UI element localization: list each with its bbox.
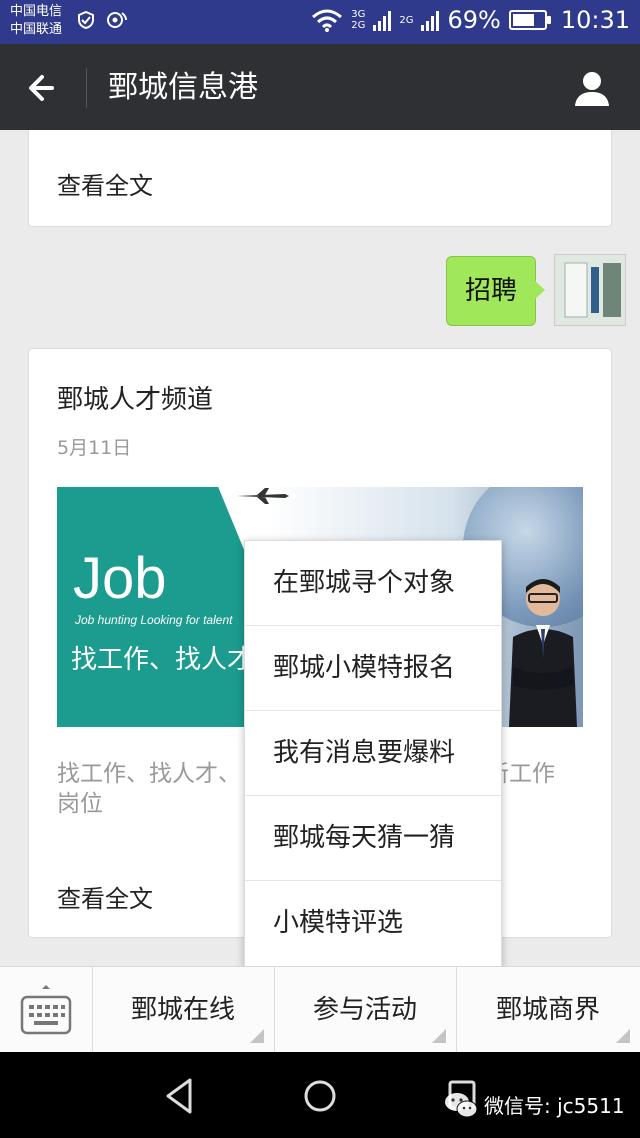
signal-badge-icon <box>107 12 127 28</box>
clock: 10:31 <box>560 6 630 34</box>
title-bar: 鄄城信息港 <box>0 44 640 130</box>
arrow-left-icon <box>29 75 54 101</box>
submenu-item-find-partner[interactable]: 在鄄城寻个对象 <box>245 541 501 626</box>
menu-button-juancheng-online[interactable]: 鄄城在线 <box>92 967 275 1053</box>
net-2g-label: 2G <box>351 20 366 31</box>
wechat-icon <box>445 1092 478 1117</box>
signal-strength-icon-2 <box>421 11 440 31</box>
menu-button-label: 鄄城商界 <box>495 995 600 1025</box>
submenu-popup: 在鄄城寻个对象 鄄城小模特报名 我有消息要爆料 鄄城每天猜一猜 小模特评选 <box>244 540 502 968</box>
summary-line-2: 岗位 <box>57 791 103 817</box>
submenu-item-model-signup[interactable]: 鄄城小模特报名 <box>245 626 501 711</box>
banner-headline: Job <box>73 546 167 611</box>
submenu-item-daily-guess[interactable]: 鄄城每天猜一猜 <box>245 796 501 881</box>
submenu-indicator-icon <box>250 1029 264 1043</box>
summary-left: 找工作、找人才、 <box>57 761 241 787</box>
airplane-icon <box>237 488 289 504</box>
article-card-previous[interactable]: 查看全文 <box>28 130 612 227</box>
battery-icon <box>508 10 551 30</box>
keyboard-icon <box>20 985 72 1035</box>
person-icon <box>575 72 609 106</box>
status-right: 3G 2G 2G 69% 10:31 <box>311 6 630 34</box>
shield-check-icon <box>78 10 94 30</box>
avatar-image <box>555 255 625 325</box>
status-bar: 中国电信 中国联通 3G 2G 2G 69% 10:31 <box>0 0 640 44</box>
net-3g-label: 3G <box>351 9 366 20</box>
submenu-item-model-vote[interactable]: 小模特评选 <box>245 881 501 966</box>
profile-button[interactable] <box>572 68 612 108</box>
nav-back-button[interactable] <box>158 1074 202 1118</box>
menu-button-label: 参与活动 <box>312 995 417 1025</box>
submenu-indicator-icon <box>616 1029 630 1043</box>
read-all-link[interactable]: 查看全文 <box>57 879 153 914</box>
carrier-labels: 中国电信 中国联通 <box>10 3 62 39</box>
title-divider <box>86 68 87 108</box>
notification-icons <box>76 10 128 30</box>
carrier-1: 中国电信 <box>10 4 63 19</box>
wifi-icon <box>312 9 343 32</box>
article-title: 鄄城人才频道 <box>57 385 214 415</box>
menu-button-business[interactable]: 鄄城商界 <box>456 967 640 1053</box>
article-date: 5月11日 <box>57 437 132 459</box>
keyboard-toggle-button[interactable] <box>0 967 93 1053</box>
read-all-link[interactable]: 查看全文 <box>57 166 153 201</box>
network-type-1: 3G 2G <box>351 9 365 31</box>
battery-percent: 69% <box>447 6 501 34</box>
carrier-2: 中国联通 <box>10 22 63 37</box>
banner-tagline: Job hunting Looking for talent <box>75 613 233 627</box>
wechat-watermark: 微信号: jc5511 <box>444 1090 625 1119</box>
message-bubble[interactable]: 招聘 <box>445 256 546 326</box>
submenu-indicator-icon <box>432 1029 446 1043</box>
network-type-2: 2G <box>399 14 414 26</box>
signal-strength-icon-1 <box>373 11 392 31</box>
watermark-text: 微信号: jc5511 <box>484 1094 625 1118</box>
circle-home-icon <box>304 1080 336 1112</box>
back-button[interactable] <box>22 66 66 110</box>
banner-chinese-text: 找工作、找人才 <box>71 645 254 675</box>
triangle-back-icon <box>166 1078 192 1114</box>
menu-button-label: 鄄城在线 <box>130 995 235 1025</box>
businessman-figure <box>509 579 577 727</box>
submenu-item-news-tip[interactable]: 我有消息要爆料 <box>245 711 501 796</box>
page-title: 鄄城信息港 <box>108 70 258 105</box>
sent-message-row: 招聘 <box>326 254 626 326</box>
avatar[interactable] <box>554 254 626 326</box>
menu-button-activities[interactable]: 参与活动 <box>274 967 457 1053</box>
nav-home-button[interactable] <box>298 1074 342 1118</box>
battery-level <box>512 14 534 26</box>
custom-menu-bar: 鄄城在线 参与活动 鄄城商界 <box>0 966 640 1053</box>
